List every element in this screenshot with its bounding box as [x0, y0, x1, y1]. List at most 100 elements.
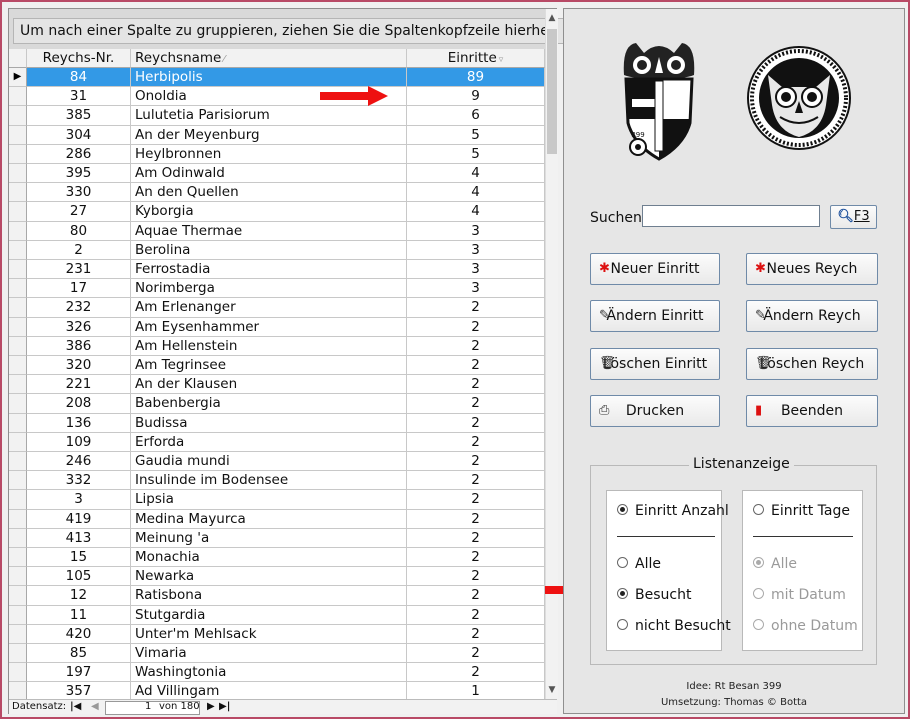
row-indicator[interactable] [9, 452, 27, 472]
cell-einritte[interactable]: 2 [407, 586, 545, 606]
table-row[interactable]: 3 Lipsia 2 [9, 490, 545, 510]
cell-einritte[interactable]: 2 [407, 375, 545, 395]
cell-nr[interactable]: 208 [27, 394, 131, 414]
cell-nr[interactable]: 386 [27, 336, 131, 356]
row-indicator[interactable] [9, 336, 27, 356]
cell-name[interactable]: Vimaria [131, 644, 407, 664]
table-row[interactable]: 232 Am Erlenanger 2 [9, 298, 545, 318]
cell-einritte[interactable]: 3 [407, 279, 545, 299]
table-row[interactable]: 419 Medina Mayurca 2 [9, 509, 545, 529]
table-row[interactable]: 31 Onoldia 9 [9, 87, 545, 107]
table-row[interactable]: 385 Lulutetia Parisiorum 6 [9, 106, 545, 126]
table-row[interactable]: 286 Heylbronnen 5 [9, 144, 545, 164]
radio-alle[interactable]: Alle [617, 556, 661, 572]
cell-nr[interactable]: 332 [27, 471, 131, 491]
cell-name[interactable]: Am Eysenhammer [131, 317, 407, 337]
table-row[interactable]: 2 Berolina 3 [9, 240, 545, 260]
cell-einritte[interactable]: 2 [407, 548, 545, 568]
cell-name[interactable]: Gaudia mundi [131, 452, 407, 472]
table-row[interactable]: 332 Insulinde im Bodensee 2 [9, 471, 545, 491]
cell-name[interactable]: Insulinde im Bodensee [131, 471, 407, 491]
cell-nr[interactable]: 17 [27, 279, 131, 299]
column-header-name[interactable]: Reychsname ⁄ [131, 49, 407, 68]
cell-einritte[interactable]: 2 [407, 336, 545, 356]
table-row[interactable]: 221 An der Klausen 2 [9, 375, 545, 395]
cell-name[interactable]: Stutgardia [131, 605, 407, 625]
nav-prev-icon[interactable]: ◀ [91, 700, 99, 714]
cell-nr[interactable]: 419 [27, 509, 131, 529]
radio-nicht-besucht[interactable]: nicht Besucht [617, 618, 731, 634]
row-indicator[interactable] [9, 548, 27, 568]
cell-nr[interactable]: 221 [27, 375, 131, 395]
table-row[interactable]: 85 Vimaria 2 [9, 644, 545, 664]
table-row[interactable]: 80 Aquae Thermae 3 [9, 221, 545, 241]
cell-name[interactable]: An der Meyenburg [131, 125, 407, 145]
cell-einritte[interactable]: 2 [407, 317, 545, 337]
group-by-area[interactable]: Um nach einer Spalte zu gruppieren, zieh… [9, 9, 565, 49]
cell-nr[interactable]: 286 [27, 144, 131, 164]
cell-nr[interactable]: 11 [27, 605, 131, 625]
table-row[interactable]: 208 Babenbergia 2 [9, 394, 545, 414]
table-row[interactable]: 136 Budissa 2 [9, 413, 545, 433]
row-indicator[interactable] [9, 298, 27, 318]
cell-nr[interactable]: 385 [27, 106, 131, 126]
nav-last-icon[interactable]: ▶| [219, 700, 230, 714]
cell-nr[interactable]: 413 [27, 528, 131, 548]
cell-nr[interactable]: 31 [27, 87, 131, 107]
cell-name[interactable]: Babenbergia [131, 394, 407, 414]
row-indicator[interactable] [9, 471, 27, 491]
cell-nr[interactable]: 231 [27, 260, 131, 280]
column-header-nr[interactable]: Reychs-Nr. [27, 49, 131, 68]
row-indicator[interactable] [9, 528, 27, 548]
table-row[interactable]: 109 Erforda 2 [9, 432, 545, 452]
cell-einritte[interactable]: 2 [407, 452, 545, 472]
neues-reych-button[interactable]: ✱ Neues Reych [746, 253, 878, 285]
cell-einritte[interactable]: 2 [407, 605, 545, 625]
radio-einritt-tage[interactable]: Einritt Tage [753, 503, 850, 519]
cell-nr[interactable]: 85 [27, 644, 131, 664]
row-indicator[interactable] [9, 624, 27, 644]
cell-name[interactable]: Am Erlenanger [131, 298, 407, 318]
cell-nr[interactable]: 109 [27, 432, 131, 452]
table-row[interactable]: 420 Unter'm Mehlsack 2 [9, 624, 545, 644]
cell-nr[interactable]: 105 [27, 567, 131, 587]
row-indicator[interactable] [9, 221, 27, 241]
radio-besucht[interactable]: Besucht [617, 587, 691, 603]
cell-name[interactable]: Unter'm Mehlsack [131, 624, 407, 644]
cell-einritte[interactable]: 3 [407, 260, 545, 280]
cell-name[interactable]: Heylbronnen [131, 144, 407, 164]
nav-first-icon[interactable]: |◀ [70, 700, 81, 714]
row-indicator[interactable] [9, 183, 27, 203]
cell-nr[interactable]: 420 [27, 624, 131, 644]
table-row[interactable]: 320 Am Tegrinsee 2 [9, 356, 545, 376]
row-indicator[interactable] [9, 164, 27, 184]
cell-einritte[interactable]: 89 [407, 68, 545, 88]
cell-name[interactable]: Lulutetia Parisiorum [131, 106, 407, 126]
cell-name[interactable]: Newarka [131, 567, 407, 587]
row-indicator[interactable] [9, 125, 27, 145]
cell-einritte[interactable]: 2 [407, 644, 545, 664]
aendern-einritt-button[interactable]: ✎ Ändern Einritt [590, 300, 720, 332]
nav-next-icon[interactable]: ▶ [207, 700, 215, 714]
cell-name[interactable]: Am Tegrinsee [131, 356, 407, 376]
cell-name[interactable]: Kyborgia [131, 202, 407, 222]
cell-nr[interactable]: 15 [27, 548, 131, 568]
row-indicator[interactable] [9, 567, 27, 587]
table-row[interactable]: 304 An der Meyenburg 5 [9, 125, 545, 145]
cell-einritte[interactable]: 2 [407, 471, 545, 491]
cell-nr[interactable]: 320 [27, 356, 131, 376]
row-indicator[interactable] [9, 394, 27, 414]
table-row[interactable]: ▶ 84 Herbipolis 89 [9, 68, 545, 88]
drucken-button[interactable]: ⎙ Drucken [590, 395, 720, 427]
cell-name[interactable]: Lipsia [131, 490, 407, 510]
row-indicator[interactable] [9, 509, 27, 529]
cell-einritte[interactable]: 2 [407, 567, 545, 587]
cell-einritte[interactable]: 2 [407, 356, 545, 376]
cell-nr[interactable]: 80 [27, 221, 131, 241]
cell-einritte[interactable]: 2 [407, 624, 545, 644]
cell-name[interactable]: Erforda [131, 432, 407, 452]
cell-name[interactable]: Berolina [131, 240, 407, 260]
scrollbar-thumb[interactable] [547, 29, 557, 154]
cell-einritte[interactable]: 5 [407, 144, 545, 164]
loeschen-reych-button[interactable]: 🗑︎ Löschen Reych [746, 348, 878, 380]
